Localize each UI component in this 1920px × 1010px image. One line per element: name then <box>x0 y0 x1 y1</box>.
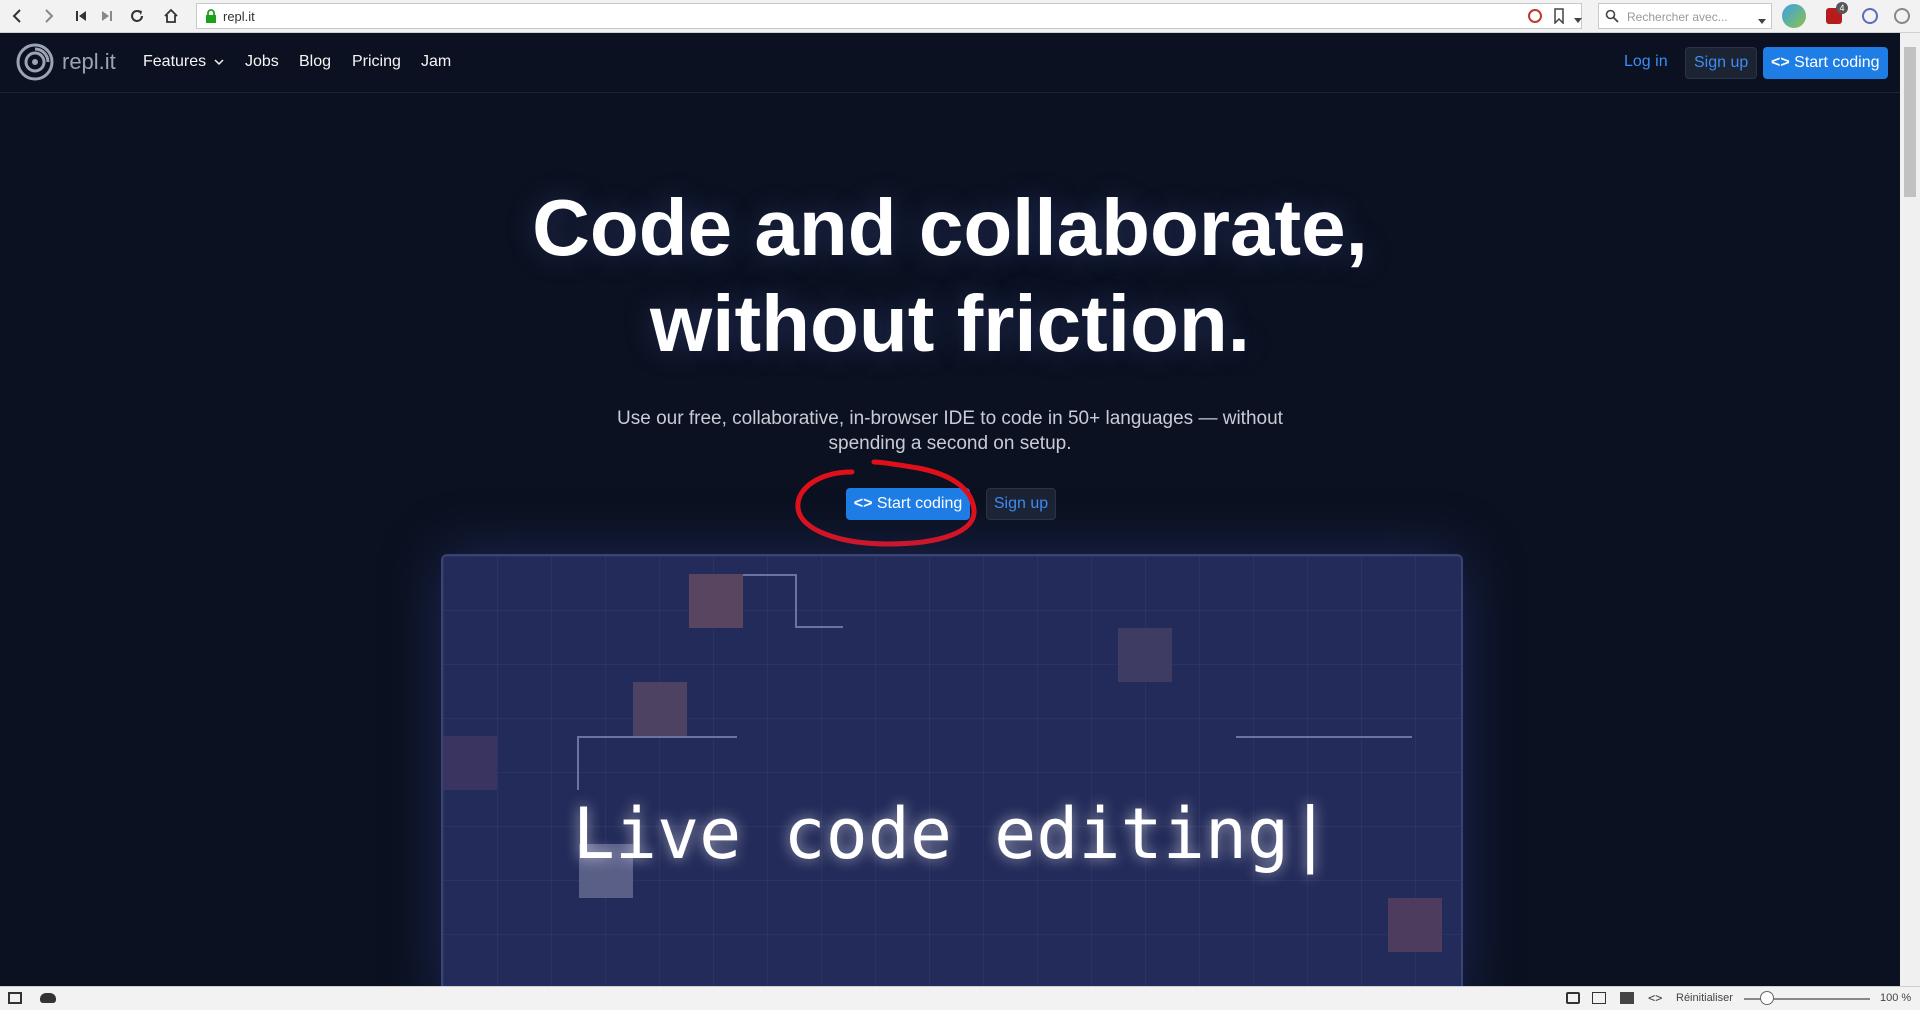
page-scrollbar[interactable] <box>1900 33 1920 986</box>
cloud-icon[interactable] <box>40 993 56 1003</box>
scrollbar-thumb[interactable] <box>1904 47 1916 197</box>
browser-status-bar: <> Réinitialiser 100 % <box>0 986 1920 1010</box>
signup-button[interactable]: Sign up <box>986 488 1056 520</box>
start-coding-button[interactable]: <> Start coding <box>846 488 970 520</box>
grid-square <box>1388 898 1442 952</box>
replit-logo-icon <box>16 43 54 81</box>
home-icon[interactable] <box>160 5 182 27</box>
logo[interactable]: repl.it <box>16 43 116 81</box>
forward-icon[interactable] <box>38 5 60 27</box>
grid-line <box>743 574 797 576</box>
window-icon[interactable] <box>1592 992 1606 1004</box>
hero-subtitle: Use our free, collaborative, in-browser … <box>617 408 1283 454</box>
url-text: repl.it <box>223 9 255 24</box>
grid-line <box>577 736 737 738</box>
browser-toolbar: repl.it Rechercher avec... 4 <box>0 0 1920 33</box>
image-icon[interactable] <box>1620 992 1634 1004</box>
nav-features[interactable]: Features <box>143 53 224 71</box>
header-start-coding-label: Start coding <box>1794 54 1880 71</box>
grid-square <box>443 736 497 790</box>
extension-icon[interactable] <box>1862 8 1878 24</box>
back-icon[interactable] <box>6 5 28 27</box>
nav-pricing[interactable]: Pricing <box>352 53 401 71</box>
nav-jobs[interactable]: Jobs <box>245 53 279 71</box>
bookmark-icon[interactable] <box>1553 8 1565 29</box>
globe-extension-icon[interactable] <box>1782 4 1806 28</box>
search-box[interactable]: Rechercher avec... <box>1598 3 1772 29</box>
nav-jam[interactable]: Jam <box>421 53 451 71</box>
reset-zoom-button[interactable]: Réinitialiser <box>1676 992 1733 1004</box>
code-icon: <> <box>1771 54 1790 71</box>
hero-title-line2: without friction. <box>650 279 1250 368</box>
hero-title: Code and collaborate, without friction. <box>0 180 1900 372</box>
site-header: repl.it Features Jobs Blog Pricing Jam L… <box>0 33 1900 93</box>
nav-blog[interactable]: Blog <box>299 53 331 71</box>
notification-badge: 4 <box>1836 2 1848 14</box>
search-icon <box>1605 9 1619 28</box>
globe-icon[interactable] <box>1894 8 1910 24</box>
zoom-slider-handle[interactable] <box>1760 991 1775 1005</box>
search-placeholder: Rechercher avec... <box>1627 10 1728 24</box>
chevron-down-icon[interactable] <box>1573 12 1583 30</box>
login-link[interactable]: Log in <box>1624 53 1668 71</box>
grid-square <box>633 682 687 736</box>
camera-icon[interactable] <box>1566 992 1580 1004</box>
header-start-coding-button[interactable]: <> Start coding <box>1763 47 1888 79</box>
address-bar[interactable]: repl.it <box>196 3 1582 29</box>
start-coding-label: Start coding <box>876 495 963 512</box>
grid-line <box>795 626 843 628</box>
logo-text: repl.it <box>62 49 116 74</box>
last-page-icon[interactable] <box>96 5 118 27</box>
first-page-icon[interactable] <box>70 5 92 27</box>
demo-caption: Live code editing| <box>572 793 1332 875</box>
search-dropdown-icon[interactable] <box>1757 13 1767 31</box>
hero-title-line1: Code and collaborate, <box>532 183 1368 272</box>
translate-icon[interactable] <box>1527 8 1543 29</box>
sidebar-panel-icon[interactable] <box>8 992 22 1004</box>
code-icon: <> <box>853 495 873 512</box>
code-view-icon[interactable]: <> <box>1648 991 1662 1005</box>
grid-square <box>689 574 743 628</box>
grid-square <box>1118 628 1172 682</box>
zoom-level: 100 % <box>1880 992 1912 1004</box>
grid-line <box>795 574 797 628</box>
demo-panel: Live code editing| <box>441 554 1463 1006</box>
chevron-down-icon <box>214 59 224 66</box>
nav-features-label: Features <box>143 53 207 70</box>
reload-icon[interactable] <box>126 5 148 27</box>
lock-icon <box>205 9 217 23</box>
header-signup-button[interactable]: Sign up <box>1685 47 1758 79</box>
grid-line <box>577 736 579 790</box>
grid-line <box>1236 736 1412 738</box>
